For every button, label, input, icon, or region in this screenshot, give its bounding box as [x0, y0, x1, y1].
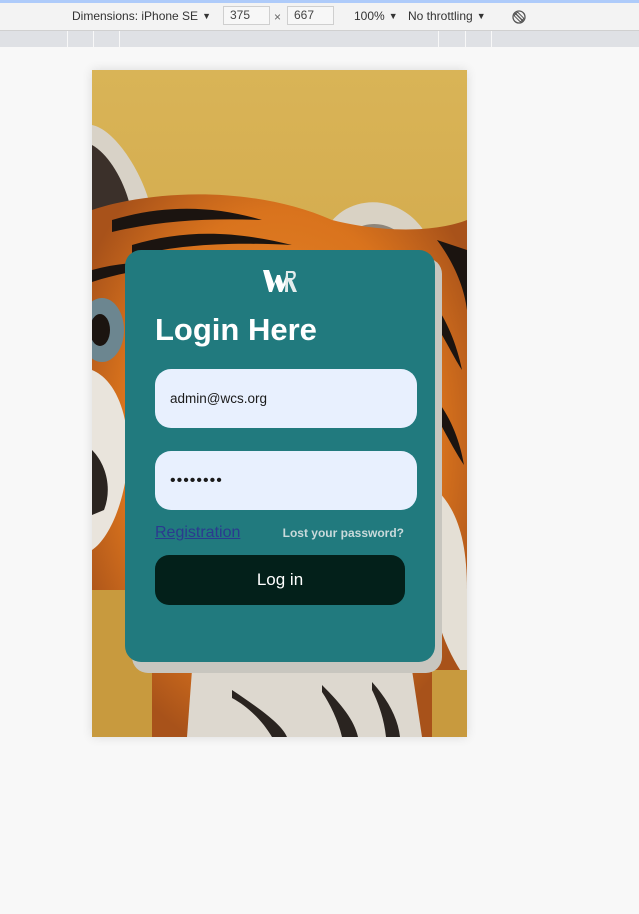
throttling-dropdown[interactable]: No throttling ▼ — [408, 9, 486, 24]
height-input[interactable]: 667 — [287, 6, 334, 25]
wcs-logo-icon — [263, 270, 297, 292]
width-input[interactable]: 375 — [223, 6, 270, 25]
login-card: Login Here Registration Lost your passwo… — [125, 250, 435, 662]
email-field[interactable] — [155, 369, 417, 428]
chevron-down-icon: ▼ — [388, 11, 398, 21]
registration-link[interactable]: Registration — [155, 524, 240, 542]
device-dimensions-dropdown[interactable]: Dimensions: iPhone SE ▼ — [72, 9, 211, 24]
ruler-tick — [119, 31, 120, 47]
zoom-label: 100% — [354, 9, 385, 23]
rotate-icon[interactable] — [511, 9, 527, 25]
media-query-ruler — [0, 31, 639, 47]
chevron-down-icon: ▼ — [476, 11, 486, 21]
times-separator: × — [274, 10, 282, 24]
device-viewport: Login Here Registration Lost your passwo… — [92, 70, 467, 737]
password-field[interactable] — [155, 451, 417, 510]
chevron-down-icon: ▼ — [202, 11, 211, 21]
lost-password-link[interactable]: Lost your password? — [283, 526, 404, 540]
ruler-tick — [67, 31, 68, 47]
ruler-tick — [438, 31, 439, 47]
ruler-tick — [93, 31, 94, 47]
ruler-tick — [465, 31, 466, 47]
devtools-device-toolbar: Dimensions: iPhone SE ▼ 375 × 667 100% ▼ N… — [0, 3, 639, 31]
ruler-tick — [491, 31, 492, 47]
device-dimensions-label: Dimensions: iPhone SE — [72, 9, 199, 23]
login-button[interactable]: Log in — [155, 555, 405, 605]
page-title: Login Here — [155, 312, 317, 347]
zoom-dropdown[interactable]: 100% ▼ — [354, 9, 398, 24]
throttling-label: No throttling — [408, 9, 473, 23]
